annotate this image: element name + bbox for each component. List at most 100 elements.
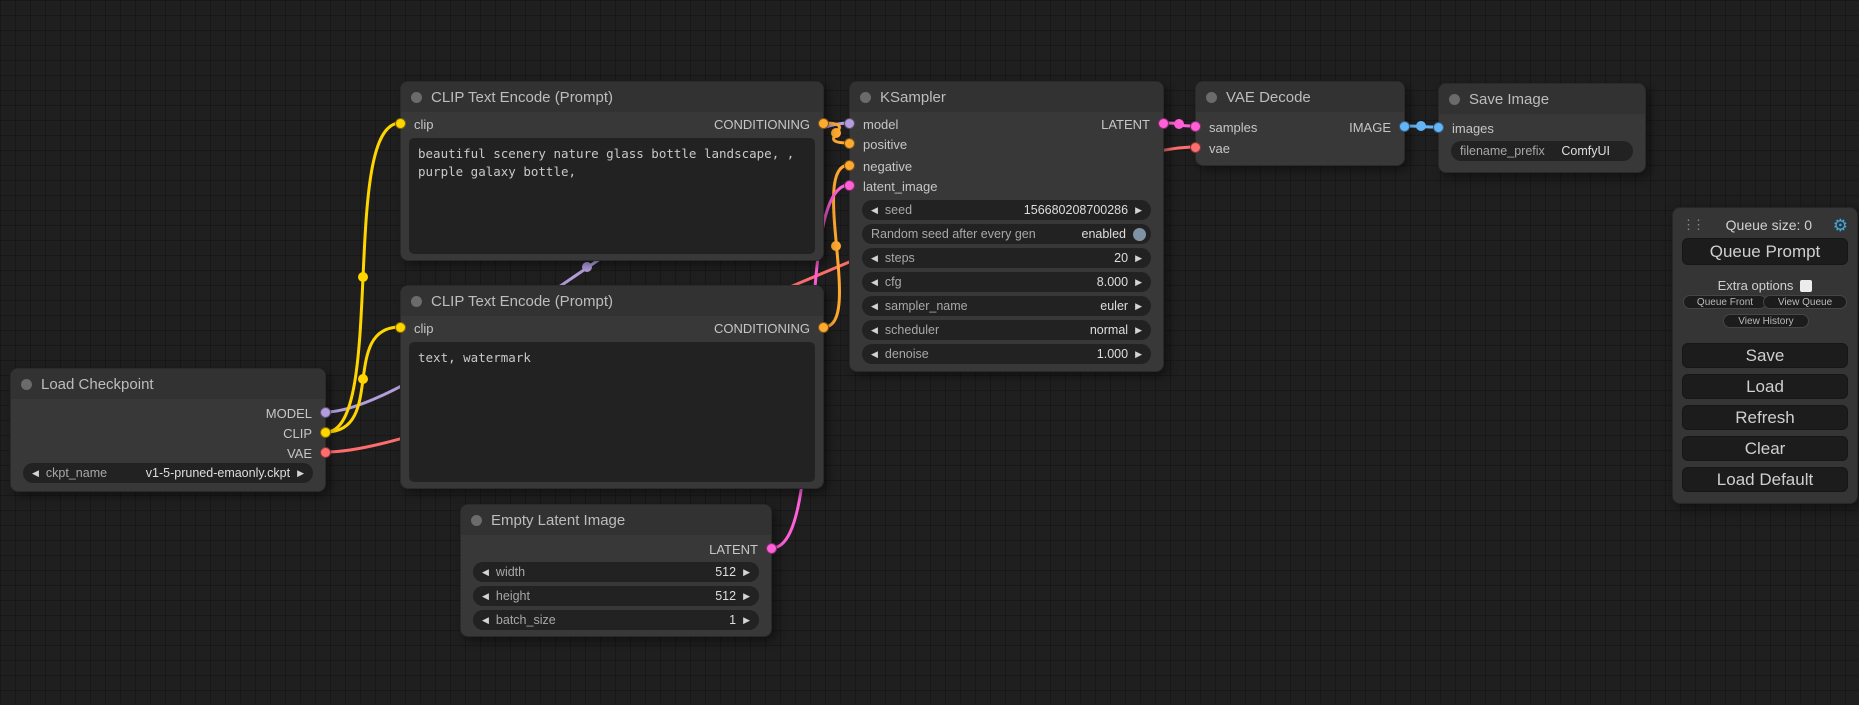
- collapse-dot-icon[interactable]: [21, 379, 32, 390]
- toggle-dot[interactable]: [1133, 228, 1146, 241]
- slot-dot-clip[interactable]: [320, 427, 331, 438]
- refresh-button[interactable]: Refresh: [1682, 405, 1848, 430]
- widget-label: denoise: [885, 347, 929, 361]
- arrow-left-icon[interactable]: ◀: [871, 296, 878, 316]
- slot-dot-image[interactable]: [1399, 121, 1410, 132]
- queue-front-button[interactable]: Queue Front: [1683, 295, 1767, 309]
- widget-value: 512: [715, 589, 736, 603]
- arrow-right-icon[interactable]: ▶: [1135, 248, 1142, 268]
- node-title: Load Checkpoint: [41, 376, 154, 393]
- extra-options-checkbox[interactable]: [1800, 280, 1812, 292]
- arrow-right-icon[interactable]: ▶: [1135, 344, 1142, 364]
- prompt-textarea[interactable]: beautiful scenery nature glass bottle la…: [409, 138, 815, 254]
- widget-batch-size[interactable]: ◀ batch_size 1 ▶: [473, 610, 759, 630]
- arrow-right-icon[interactable]: ▶: [743, 562, 750, 582]
- widget-cfg[interactable]: ◀ cfg 8.000 ▶: [862, 272, 1151, 292]
- widget-ckpt-name[interactable]: ◀ ckpt_name v1-5-pruned-emaonly.ckpt ▶: [23, 463, 313, 483]
- widget-filename-prefix[interactable]: filename_prefix ComfyUI: [1451, 141, 1633, 161]
- arrow-left-icon[interactable]: ◀: [871, 320, 878, 340]
- arrow-right-icon[interactable]: ▶: [743, 586, 750, 606]
- slot-dot-latent[interactable]: [766, 543, 777, 554]
- widget-value: 8.000: [1097, 275, 1128, 289]
- widget-seed[interactable]: ◀ seed 156680208700286 ▶: [862, 200, 1151, 220]
- node-title: Save Image: [1469, 91, 1549, 108]
- view-history-button[interactable]: View History: [1723, 314, 1809, 328]
- queue-prompt-button[interactable]: Queue Prompt: [1682, 238, 1848, 265]
- arrow-left-icon[interactable]: ◀: [482, 610, 489, 630]
- arrow-left-icon[interactable]: ◀: [482, 586, 489, 606]
- node-header[interactable]: VAE Decode: [1196, 82, 1404, 112]
- arrow-right-icon[interactable]: ▶: [297, 463, 304, 483]
- drag-handle-icon[interactable]: ⋮⋮: [1682, 217, 1705, 233]
- collapse-dot-icon[interactable]: [1449, 94, 1460, 105]
- view-queue-button[interactable]: View Queue: [1763, 295, 1847, 309]
- node-vae-decode[interactable]: VAE Decode samples IMAGE vae: [1195, 81, 1405, 166]
- widget-sampler-name[interactable]: ◀ sampler_name euler ▶: [862, 296, 1151, 316]
- slot-dot-model[interactable]: [320, 407, 331, 418]
- arrow-right-icon[interactable]: ▶: [743, 610, 750, 630]
- collapse-dot-icon[interactable]: [411, 296, 422, 307]
- node-clip-text-encode-negative[interactable]: CLIP Text Encode (Prompt) clip CONDITION…: [400, 285, 824, 489]
- node-header[interactable]: CLIP Text Encode (Prompt): [401, 286, 823, 316]
- widget-steps[interactable]: ◀ steps 20 ▶: [862, 248, 1151, 268]
- clear-button[interactable]: Clear: [1682, 436, 1848, 461]
- arrow-left-icon[interactable]: ◀: [871, 248, 878, 268]
- widget-width[interactable]: ◀ width 512 ▶: [473, 562, 759, 582]
- widget-value: v1-5-pruned-emaonly.ckpt: [146, 466, 290, 480]
- slot-dot-conditioning[interactable]: [844, 160, 855, 171]
- arrow-left-icon[interactable]: ◀: [871, 200, 878, 220]
- slot-label: IMAGE: [1349, 120, 1391, 135]
- arrow-right-icon[interactable]: ▶: [1135, 320, 1142, 340]
- slot-dot-latent[interactable]: [844, 180, 855, 191]
- arrow-left-icon[interactable]: ◀: [871, 272, 878, 292]
- node-empty-latent-image[interactable]: Empty Latent Image LATENT ◀ width 512 ▶ …: [460, 504, 772, 637]
- output-slot-clip: CLIP: [11, 423, 325, 443]
- collapse-dot-icon[interactable]: [860, 92, 871, 103]
- input-slot-positive: positive: [850, 134, 1163, 154]
- widget-random-seed-toggle[interactable]: Random seed after every gen enabled: [862, 224, 1151, 244]
- node-header[interactable]: Load Checkpoint: [11, 369, 325, 399]
- save-button[interactable]: Save: [1682, 343, 1848, 368]
- arrow-left-icon[interactable]: ◀: [32, 463, 39, 483]
- slot-label: MODEL: [266, 406, 312, 421]
- node-load-checkpoint[interactable]: Load Checkpoint MODEL CLIP VAE ◀ ckpt_na…: [10, 368, 326, 492]
- slot-dot-latent[interactable]: [1158, 118, 1169, 129]
- slot-dot-vae[interactable]: [1190, 142, 1201, 153]
- arrow-right-icon[interactable]: ▶: [1135, 200, 1142, 220]
- arrow-right-icon[interactable]: ▶: [1135, 272, 1142, 292]
- node-canvas[interactable]: Load Checkpoint MODEL CLIP VAE ◀ ckpt_na…: [0, 0, 1859, 705]
- slot-dot-conditioning[interactable]: [818, 118, 829, 129]
- node-header[interactable]: Save Image: [1439, 84, 1645, 114]
- widget-height[interactable]: ◀ height 512 ▶: [473, 586, 759, 606]
- widget-denoise[interactable]: ◀ denoise 1.000 ▶: [862, 344, 1151, 364]
- node-save-image[interactable]: Save Image images filename_prefix ComfyU…: [1438, 83, 1646, 173]
- node-clip-text-encode-positive[interactable]: CLIP Text Encode (Prompt) clip CONDITION…: [400, 81, 824, 261]
- settings-gear-icon[interactable]: ⚙: [1833, 217, 1848, 234]
- widget-value: ComfyUI: [1561, 144, 1610, 158]
- collapse-dot-icon[interactable]: [1206, 92, 1217, 103]
- slot-label: VAE: [287, 446, 312, 461]
- output-slot-image: IMAGE: [1196, 117, 1404, 137]
- input-slot-images: images: [1439, 118, 1645, 138]
- node-header[interactable]: KSampler: [850, 82, 1163, 112]
- node-header[interactable]: CLIP Text Encode (Prompt): [401, 82, 823, 112]
- slot-dot-conditioning[interactable]: [844, 138, 855, 149]
- slot-dot-image[interactable]: [1433, 122, 1444, 133]
- node-ksampler[interactable]: KSampler model LATENT positive negative …: [849, 81, 1164, 372]
- slot-dot-vae[interactable]: [320, 447, 331, 458]
- arrow-right-icon[interactable]: ▶: [1135, 296, 1142, 316]
- prompt-textarea[interactable]: text, watermark: [409, 342, 815, 482]
- input-slot-negative: negative: [850, 156, 1163, 176]
- widget-value: euler: [1100, 299, 1128, 313]
- arrow-left-icon[interactable]: ◀: [482, 562, 489, 582]
- load-default-button[interactable]: Load Default: [1682, 467, 1848, 492]
- comfy-menu-panel[interactable]: ⋮⋮ Queue size: 0 ⚙ Queue Prompt Extra op…: [1672, 207, 1858, 504]
- link-dot: [358, 374, 368, 384]
- slot-dot-conditioning[interactable]: [818, 322, 829, 333]
- widget-scheduler[interactable]: ◀ scheduler normal ▶: [862, 320, 1151, 340]
- arrow-left-icon[interactable]: ◀: [871, 344, 878, 364]
- collapse-dot-icon[interactable]: [471, 515, 482, 526]
- collapse-dot-icon[interactable]: [411, 92, 422, 103]
- node-header[interactable]: Empty Latent Image: [461, 505, 771, 535]
- load-button[interactable]: Load: [1682, 374, 1848, 399]
